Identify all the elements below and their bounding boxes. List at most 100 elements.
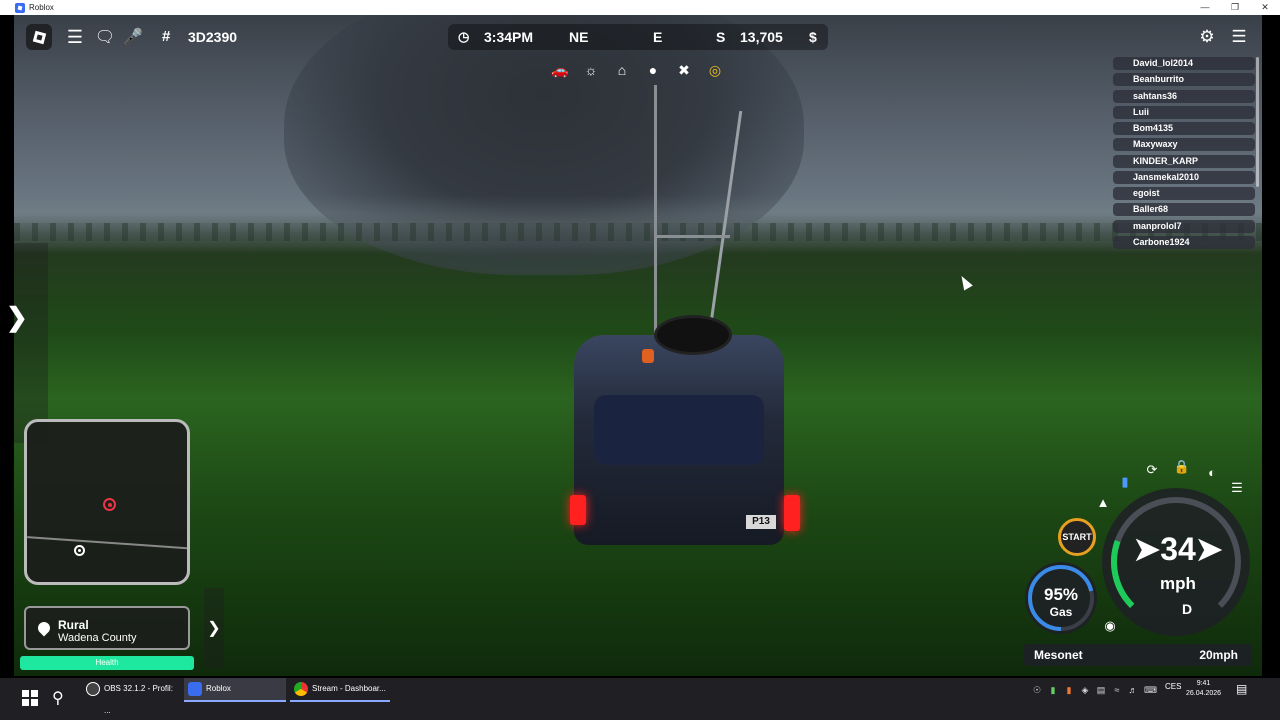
mesonet-panel: Mesonet 20mph xyxy=(1024,644,1252,666)
tray-volume-icon[interactable]: ♬ xyxy=(1128,685,1138,695)
taskbar-item-obs[interactable]: OBS 32.1.2 - Profil: ... xyxy=(82,678,178,715)
mesonet-label: Mesonet xyxy=(1034,648,1083,662)
game-time: 3:34PM xyxy=(484,29,534,45)
screen: Roblox — ❐ ✕ P13 ❯ ☰ 🗨 🎤 # 3D2390 ◷ 3:34… xyxy=(0,0,1280,720)
muted-mic-icon[interactable]: 🎤 xyxy=(120,24,146,50)
hamburger-menu-icon[interactable]: ☰ xyxy=(62,24,88,50)
speedometer-icon[interactable]: ◐ xyxy=(1202,462,1222,482)
tray-app-icon[interactable]: ▮ xyxy=(1064,685,1074,696)
taskbar-item-label: Stream - Dashboar... xyxy=(312,684,386,693)
clock-date: 26.04.2026 xyxy=(1186,690,1222,697)
antenna-mast xyxy=(654,85,657,335)
player-entry[interactable]: Bom4135 xyxy=(1113,122,1255,135)
taskbar-item-label: Roblox xyxy=(206,684,231,693)
notification-icon[interactable]: ▤ xyxy=(1236,682,1247,696)
roblox-menu-button[interactable] xyxy=(26,24,52,50)
location-area: Rural xyxy=(58,618,89,632)
location-county: Wadena County xyxy=(58,632,137,644)
window-controls: — ❐ ✕ xyxy=(1190,0,1280,15)
side-panel xyxy=(14,243,48,443)
player-list: David_lol2014 Beanburrito sahtans36 Luii… xyxy=(1113,57,1259,252)
mast-crossbar xyxy=(654,235,730,238)
server-hash-icon: # xyxy=(162,28,171,45)
taskbar-item-label: OBS 32.1.2 - Profil: ... xyxy=(104,684,173,715)
gas-label: Gas xyxy=(1049,605,1073,619)
speed-readout: ➤34➤ xyxy=(1133,531,1223,567)
roblox-icon xyxy=(32,30,46,44)
gas-percent: 95% xyxy=(1043,585,1079,604)
roof-beacon xyxy=(642,349,654,363)
roblox-logo-icon xyxy=(15,2,25,13)
player-entry[interactable]: David_lol2014 xyxy=(1113,57,1255,70)
player-entry[interactable]: KINDER_KARP xyxy=(1113,154,1255,168)
tray-shield-icon[interactable]: ◈ xyxy=(1080,685,1090,696)
tray-keyboard-icon[interactable]: ⌨ xyxy=(1144,685,1157,696)
minimap[interactable] xyxy=(24,419,190,585)
player-entry[interactable]: Beanburrito xyxy=(1113,73,1255,87)
minimize-button[interactable]: — xyxy=(1190,0,1220,15)
car-icon[interactable]: 🚗 xyxy=(548,58,572,82)
windows-taskbar: ⚲ OBS 32.1.2 - Profil: ... Roblox Stream… xyxy=(0,678,1280,720)
taskbar-item-chrome[interactable]: Stream - Dashboar... xyxy=(290,678,390,702)
player-entry[interactable]: manprolol7 xyxy=(1113,219,1255,233)
compass-tertiary: S xyxy=(716,29,726,45)
clock-time: 9:41 xyxy=(1196,680,1211,687)
close-button[interactable]: ✕ xyxy=(1250,0,1280,15)
action-toolbar: 🚗 ☼ ⌂ ● ✖ ◎ xyxy=(548,58,727,82)
chrome-icon xyxy=(294,682,308,696)
player-marker-icon xyxy=(74,545,85,556)
restore-button[interactable]: ❐ xyxy=(1220,0,1250,15)
window-title: Roblox xyxy=(29,3,54,12)
camera-rotate-icon[interactable]: ⟳ xyxy=(1142,460,1162,480)
home-icon[interactable]: ⌂ xyxy=(610,58,634,82)
person-icon[interactable]: ● xyxy=(641,58,665,82)
headlights-icon[interactable]: ☰ xyxy=(1227,478,1247,498)
engine-start-button[interactable]: START xyxy=(1058,518,1096,556)
spare-tire xyxy=(654,315,732,355)
tray-wifi-icon[interactable]: ≈ xyxy=(1112,685,1122,695)
player-entry[interactable]: Carbone1924 xyxy=(1113,235,1255,249)
player-list-scrollbar[interactable] xyxy=(1256,57,1259,187)
player-entry[interactable]: sahtans36 xyxy=(1113,89,1255,103)
tray-network-icon[interactable]: ▤ xyxy=(1096,685,1106,696)
player-entry[interactable]: Baller68 xyxy=(1113,203,1255,217)
windows-start-icon[interactable] xyxy=(22,690,38,706)
player-vehicle: P13 xyxy=(554,85,804,615)
settings-gear-icon[interactable]: ⚙ xyxy=(1194,24,1220,50)
tray-obs-icon[interactable]: ☉ xyxy=(1032,685,1042,696)
lock-icon[interactable]: 🔒 xyxy=(1172,457,1192,477)
taskbar-clock[interactable]: 9:41 26.04.2026 xyxy=(1186,679,1221,699)
player-list-icon[interactable]: ☰ xyxy=(1226,24,1252,50)
sun-icon[interactable]: ☼ xyxy=(579,58,603,82)
top-status-bar: ◷ 3:34PM NE E S 13,705 $ xyxy=(448,24,828,50)
speed-value: 34 xyxy=(1160,531,1196,567)
taskbar-item-roblox[interactable]: Roblox xyxy=(184,678,286,702)
tools-icon[interactable]: ✖ xyxy=(672,58,696,82)
location-panel: Rural Wadena County xyxy=(24,606,190,650)
expand-panel-chevron-icon[interactable]: ❯ xyxy=(6,302,28,333)
roblox-app-icon xyxy=(188,682,202,696)
input-language[interactable]: CES xyxy=(1165,682,1181,691)
location-expand-chevron-icon[interactable]: ❯ xyxy=(204,588,224,668)
radar-icon[interactable]: ◎ xyxy=(703,58,727,82)
search-icon[interactable]: ⚲ xyxy=(52,688,64,708)
tail-light-left xyxy=(570,495,586,525)
treeline xyxy=(14,223,1262,241)
clock-icon: ◷ xyxy=(458,29,470,44)
system-tray: ☉ ▮ ▮ ◈ ▤ ≈ ♬ ⌨ xyxy=(1032,678,1157,702)
wind-speed: 20mph xyxy=(1199,648,1238,662)
server-id: 3D2390 xyxy=(188,29,238,45)
brake-warning-icon: ◉ xyxy=(1104,618,1116,633)
gear-indicator: D xyxy=(1182,601,1193,617)
indicator-icon[interactable]: ▮ xyxy=(1115,472,1135,492)
minimap-road xyxy=(27,536,187,550)
hazard-icon[interactable]: ▲ xyxy=(1093,492,1113,512)
player-entry[interactable]: Jansmekal2010 xyxy=(1113,170,1255,184)
player-entry[interactable]: Luii xyxy=(1113,105,1255,119)
player-entry[interactable]: Maxywaxy xyxy=(1113,138,1255,152)
health-bar: Health xyxy=(20,656,194,670)
player-entry[interactable]: egoist xyxy=(1113,187,1255,200)
chat-icon[interactable]: 🗨 xyxy=(92,24,118,50)
tray-nvidia-icon[interactable]: ▮ xyxy=(1048,685,1058,696)
obs-icon xyxy=(86,682,100,696)
